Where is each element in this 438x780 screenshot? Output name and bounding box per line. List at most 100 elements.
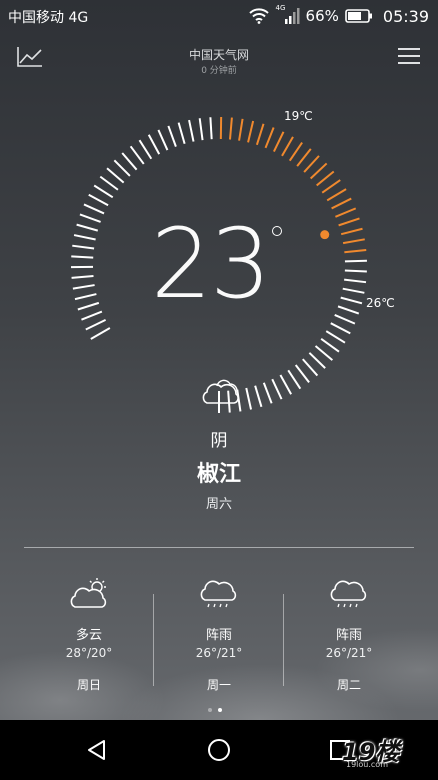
city-name[interactable]: 椒江 [0, 456, 438, 488]
forecast-day: 周一 [206, 678, 231, 692]
dial-tick [88, 193, 109, 207]
home-icon[interactable] [208, 739, 230, 761]
temp-high-label: 26℃ [366, 296, 395, 310]
dial-tick [129, 145, 145, 165]
dial-tick [344, 269, 367, 273]
status-icons: 4G 66% 05:39 [248, 4, 429, 27]
clock: 05:39 [382, 6, 429, 26]
dial-tick-range [340, 227, 363, 236]
degree-symbol [272, 226, 282, 236]
app-title: 中国天气网 [188, 48, 249, 62]
dial-tick [334, 313, 356, 325]
dial-tick-range [273, 131, 285, 153]
dial-tick [294, 364, 310, 384]
dial-tick-range [303, 155, 320, 173]
battery-percent: 66% [305, 7, 339, 25]
page-dot[interactable] [208, 708, 212, 712]
dial-tick [302, 358, 319, 377]
dial-tick [77, 301, 100, 311]
divider [24, 547, 414, 548]
current-condition: 阴 [210, 431, 228, 451]
dial-tick [83, 203, 105, 215]
dial-tick [93, 184, 114, 199]
dial-tick-range [335, 207, 357, 218]
dial-tick [85, 319, 107, 331]
dial-tick [157, 129, 169, 151]
menu-icon[interactable] [398, 48, 420, 66]
dial-tick [337, 305, 360, 315]
dial-tick [81, 310, 103, 321]
dial-tick-range [338, 217, 360, 227]
dial-tick [73, 234, 96, 241]
dial-tick [71, 274, 94, 279]
dial-tick [198, 118, 204, 141]
back-icon[interactable] [86, 739, 108, 761]
battery-icon [345, 9, 372, 23]
dial-tick [74, 293, 97, 301]
wifi-icon [248, 8, 269, 24]
dial-tick [71, 255, 94, 259]
dial-tick-range [342, 238, 365, 245]
dial-tick-range [344, 248, 367, 254]
forecast-item[interactable]: 多云 28°/20° 周日 [24, 570, 154, 700]
watermark: 19楼 19lou.com [342, 734, 432, 774]
signal-icon: 4G [276, 4, 300, 25]
current-temp-marker [320, 230, 330, 240]
dial-tick-range [296, 148, 312, 167]
dial-tick [177, 122, 186, 145]
forecast-condition: 阵雨 [335, 628, 362, 643]
cloud-icon [202, 379, 239, 404]
forecast-range: 26°/21° [195, 646, 243, 660]
dial-tick [344, 259, 367, 263]
dial-tick [344, 278, 367, 284]
dial-tick [99, 175, 119, 191]
page-dot-active[interactable] [218, 708, 222, 712]
dial-tick [320, 337, 340, 353]
dial-tick-range [238, 118, 244, 141]
dial-tick [262, 382, 273, 404]
forecast-day: 周二 [336, 678, 361, 692]
dial-tick [342, 287, 365, 294]
dial-tick [209, 117, 213, 140]
dial-tick-range [255, 123, 265, 146]
dial-tick [72, 244, 95, 250]
dial-tick [72, 284, 95, 290]
dial-tick [113, 159, 131, 177]
dial-tick [121, 152, 138, 171]
dial-tick [271, 378, 283, 400]
page-indicator [208, 708, 222, 712]
update-time: 0 分钟前 [201, 66, 237, 76]
carrier-label: 中国移动 4G [8, 10, 89, 26]
dial-tick [314, 345, 334, 361]
forecast-range: 26°/21° [325, 646, 373, 660]
dial-tick [90, 327, 111, 340]
dial-tick [340, 296, 363, 305]
app-bar: 中国天气网 0 分钟前 [0, 30, 438, 86]
dial-tick [330, 322, 351, 335]
partly-cloudy-icon [70, 578, 107, 608]
dial-tick [245, 387, 253, 410]
dial-tick [167, 125, 177, 147]
rain-icon [200, 580, 237, 608]
dial-tick-range [321, 179, 341, 194]
dial-tick-range [326, 188, 347, 202]
dial-tick-range [331, 197, 352, 210]
rain-icon [330, 580, 367, 608]
dial-tick [308, 352, 326, 369]
forecast-condition: 阵雨 [205, 628, 232, 643]
dial-tick [254, 385, 263, 408]
dial-tick [287, 369, 302, 390]
dial-tick [325, 330, 346, 344]
dial-tick [188, 119, 195, 142]
status-bar: 中国移动 4G 4G 66% 05:39 [0, 0, 438, 30]
temp-low-label: 19℃ [284, 109, 313, 123]
dial-tick-range [316, 170, 335, 187]
dial-tick-range [264, 127, 275, 149]
watermark-url: 19lou.com [346, 760, 388, 769]
dial-tick-range [281, 136, 294, 157]
dial-tick [76, 223, 99, 232]
forecast-item[interactable]: 阵雨 26°/21° 周一 [154, 570, 284, 700]
dial-tick [147, 134, 161, 155]
dial-tick-range [228, 117, 233, 140]
forecast-item[interactable]: 阵雨 26°/21° 周二 [284, 570, 414, 700]
